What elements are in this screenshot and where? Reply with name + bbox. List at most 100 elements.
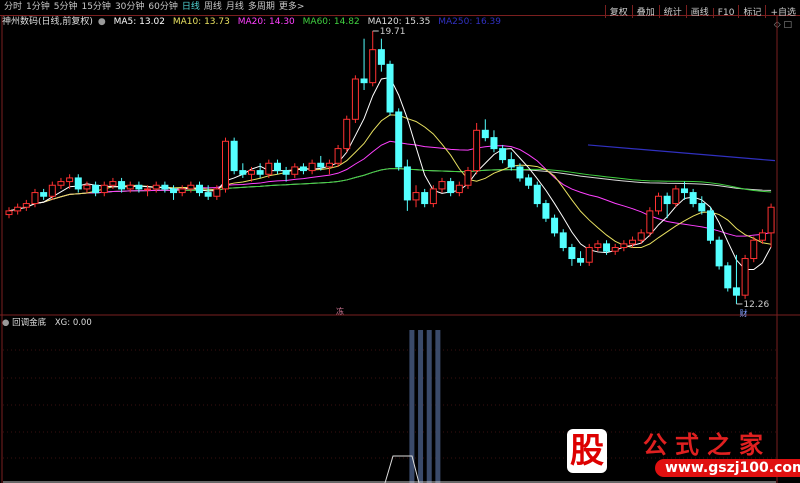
candle-up [265,162,273,175]
candle-down [282,170,290,175]
candle-up [213,188,221,197]
candle-up [334,148,342,164]
candle-down [663,195,671,205]
candle-up [222,140,229,190]
candle-down [230,140,238,172]
candle-down [568,247,576,260]
candle-up [750,239,758,260]
candle-up [325,162,333,168]
candle-down [299,166,307,172]
candle-down [360,78,368,84]
candle-down [161,184,169,190]
candle-up [351,78,359,120]
logo-title: 公式之家 [643,430,771,459]
candle-up [464,170,472,186]
candle-down [559,232,567,249]
candle-down [239,170,247,175]
candle-down [715,239,723,267]
candle-up [31,192,39,205]
candle-up [343,118,351,150]
candle-up [57,181,65,186]
candle-down [577,258,585,263]
candle-up [594,243,602,249]
candle-up [14,206,22,212]
candle-down [698,203,706,212]
candle-down [689,192,697,205]
event-marker: 冻 [336,306,344,316]
candle-up [178,188,186,194]
candle-down [525,177,533,186]
candle-down [204,192,212,197]
indicator-name: 回调金底 [12,318,47,328]
candle-up [412,192,420,201]
candle-down [256,170,264,175]
candle-up [429,188,437,205]
candle-down [421,192,429,205]
signal-bar [418,330,424,483]
candle-down [273,162,281,172]
signal-bar [426,330,432,483]
candle-down [447,181,455,194]
candle-down [481,129,489,139]
candle-up [620,243,628,249]
candle-down [317,162,325,168]
candle-up [629,239,637,245]
candle-down [706,210,714,241]
candle-down [92,184,100,194]
signal-bar [435,330,441,483]
candle-down [170,188,178,194]
candle-down [490,137,498,150]
candle-up [48,184,56,197]
logo-url: www.gszj100.com [655,459,800,477]
candle-up [585,247,593,263]
candle-up [247,170,255,175]
candle-up [308,162,316,172]
candle-down [395,111,403,168]
candle-up [109,181,117,186]
candle-down [516,166,524,179]
candle-up [5,210,13,216]
indicator-settings-icon[interactable]: ● [2,318,9,328]
candle-down [499,148,507,161]
candle-down [196,184,204,194]
candle-down [732,287,740,296]
candle-up [144,188,152,191]
candle-down [386,63,394,113]
candle-up [83,184,91,190]
candle-down [377,49,385,65]
candle-up [455,184,463,194]
candle-up [152,184,160,190]
candle-up [438,181,446,190]
candle-down [551,217,559,234]
candle-up [611,247,619,252]
candle-up [646,210,654,234]
logo-char: 股 [567,429,607,473]
candle-down [40,192,48,197]
candle-down [74,177,82,190]
candle-down [724,265,732,289]
candle-up [741,258,749,296]
candle-up [369,49,377,84]
watermark-logo: 股 公式之家 www.gszj100.com [555,425,800,483]
candle-up [291,166,299,175]
candle-down [542,203,550,219]
candle-down [118,181,126,190]
candle-up [100,184,108,194]
high-label: 19.71 [380,27,406,37]
candle-up [187,184,195,190]
kline-chart[interactable]: 19.7112.26冻财 [0,0,800,483]
indicator-value: XG: 0.00 [54,318,92,328]
candle-up [655,195,662,212]
candle-up [473,129,481,172]
candle-up [758,232,766,241]
candle-up [672,188,680,205]
candle-up [22,203,30,208]
signal-bar [409,330,415,483]
ma250-line [587,144,776,162]
event-marker: 财 [739,308,747,318]
candle-down [533,184,541,205]
indicator-header: ● 回调金底 XG: 0.00 [2,317,92,329]
candle-down [135,184,143,190]
candle-down [507,159,515,168]
candle-down [680,188,688,194]
